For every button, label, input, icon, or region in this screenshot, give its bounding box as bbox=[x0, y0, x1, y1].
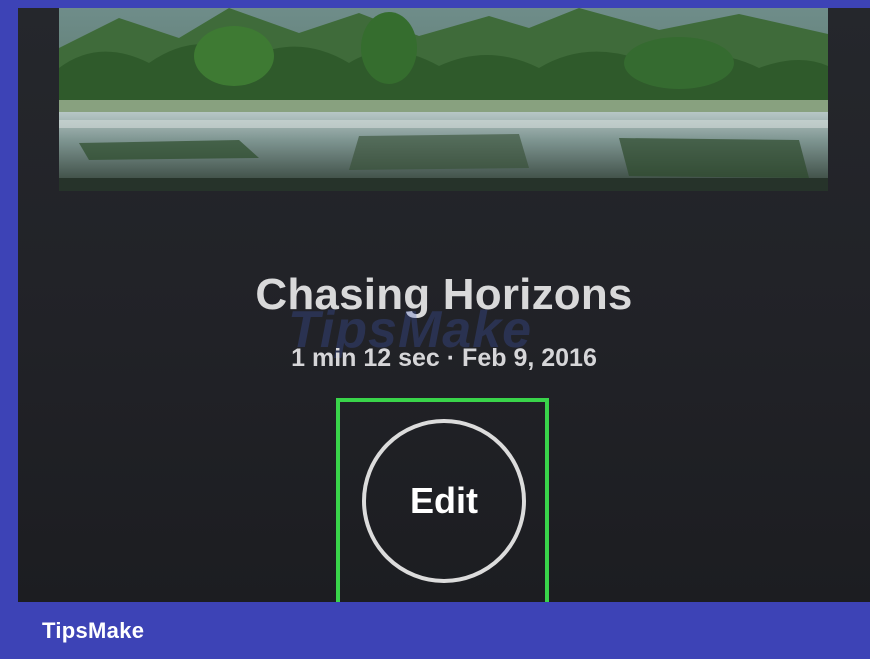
landscape-river-icon bbox=[59, 8, 828, 191]
video-title: Chasing Horizons bbox=[255, 270, 633, 319]
brand-logo: TipsMake bbox=[42, 618, 145, 643]
video-meta: 1 min 12 sec · Feb 9, 2016 bbox=[291, 344, 597, 372]
tutorial-screenshot: Chasing Horizons TipsMake 1 min 12 sec ·… bbox=[0, 0, 870, 659]
video-thumbnail[interactable] bbox=[59, 8, 828, 191]
video-detail-screen: Chasing Horizons TipsMake 1 min 12 sec ·… bbox=[18, 8, 870, 602]
edit-button[interactable]: Edit bbox=[362, 419, 526, 583]
